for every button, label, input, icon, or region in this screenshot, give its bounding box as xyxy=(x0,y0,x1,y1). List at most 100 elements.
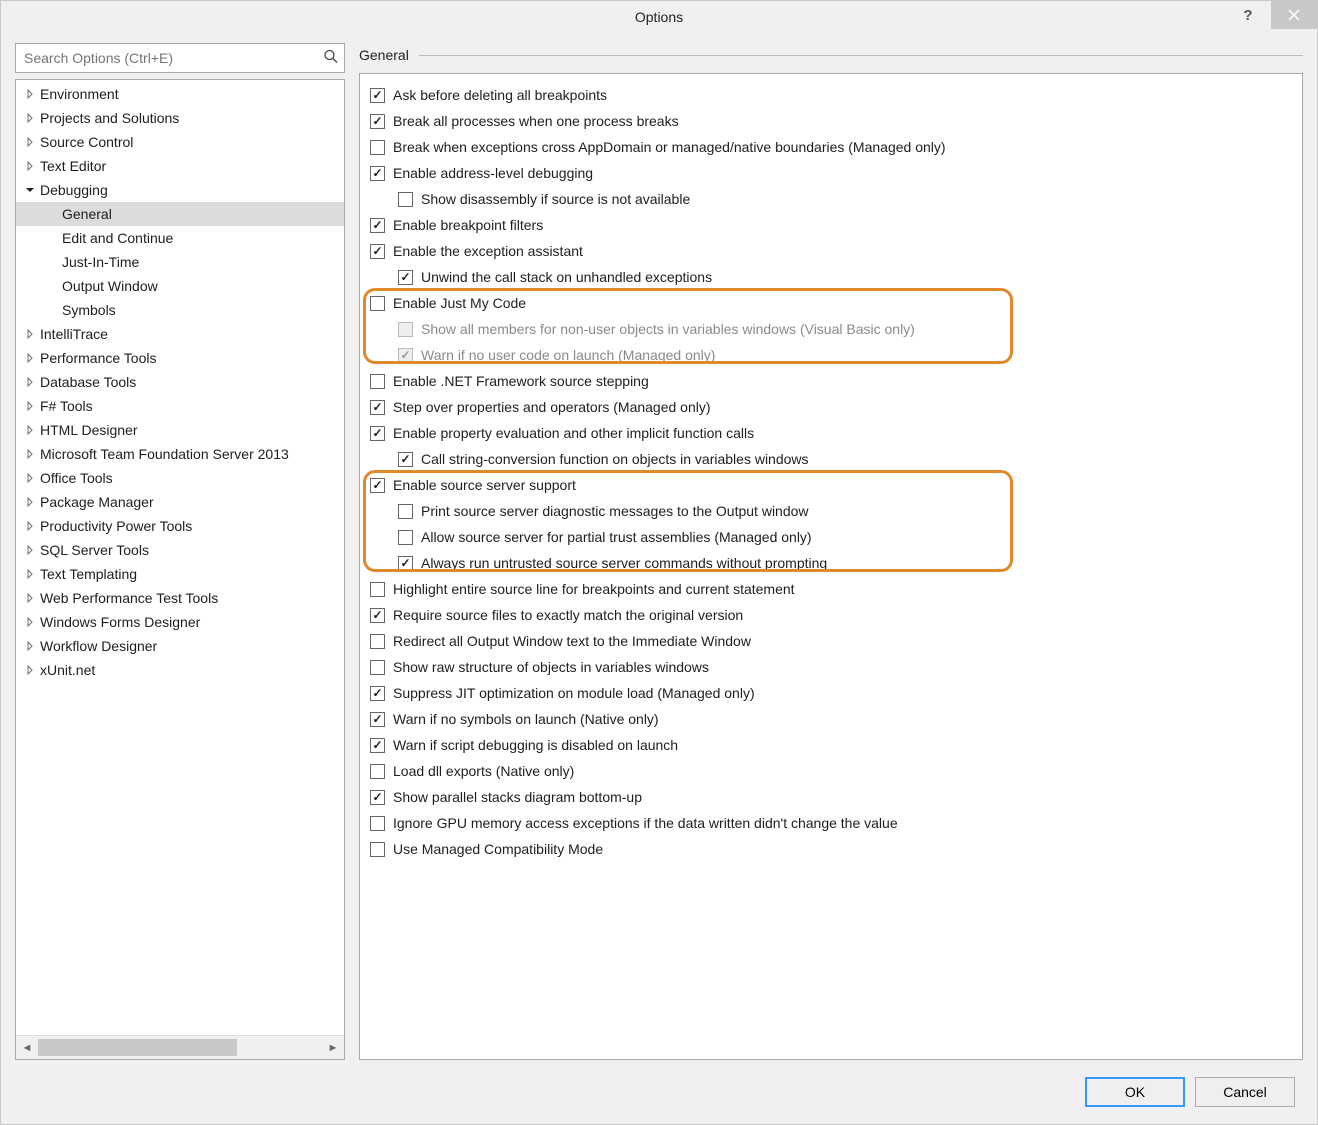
tree-item[interactable]: Productivity Power Tools xyxy=(16,514,344,538)
tree-item[interactable]: Performance Tools xyxy=(16,346,344,370)
checkbox[interactable] xyxy=(370,426,385,441)
checkbox[interactable] xyxy=(370,400,385,415)
checkbox[interactable] xyxy=(370,244,385,259)
option-row: Break when exceptions cross AppDomain or… xyxy=(370,134,1292,160)
checkbox[interactable] xyxy=(398,192,413,207)
checkbox[interactable] xyxy=(370,660,385,675)
horizontal-scrollbar[interactable]: ◄ ► xyxy=(16,1035,344,1059)
option-label: Unwind the call stack on unhandled excep… xyxy=(421,269,712,285)
chevron-right-icon[interactable] xyxy=(22,617,38,627)
checkbox[interactable] xyxy=(370,790,385,805)
chevron-right-icon[interactable] xyxy=(22,161,38,171)
tree-item[interactable]: Database Tools xyxy=(16,370,344,394)
search-input[interactable] xyxy=(15,43,345,73)
tree-item[interactable]: Debugging xyxy=(16,178,344,202)
tree-item[interactable]: Output Window xyxy=(16,274,344,298)
checkbox[interactable] xyxy=(370,374,385,389)
chevron-right-icon[interactable] xyxy=(22,89,38,99)
tree-item[interactable]: Workflow Designer xyxy=(16,634,344,658)
options-dialog: Options ? EnvironmentProjects and Soluti… xyxy=(0,0,1318,1125)
chevron-right-icon[interactable] xyxy=(22,545,38,555)
chevron-right-icon[interactable] xyxy=(22,593,38,603)
tree-item-label: Text Templating xyxy=(38,566,137,582)
close-button[interactable] xyxy=(1271,1,1317,29)
tree-item[interactable]: Symbols xyxy=(16,298,344,322)
checkbox[interactable] xyxy=(398,270,413,285)
checkbox[interactable] xyxy=(370,114,385,129)
chevron-right-icon[interactable] xyxy=(22,401,38,411)
search-icon xyxy=(323,49,339,68)
scroll-right-icon[interactable]: ► xyxy=(322,1036,344,1059)
tree-item[interactable]: Office Tools xyxy=(16,466,344,490)
checkbox[interactable] xyxy=(370,608,385,623)
tree-item[interactable]: Text Templating xyxy=(16,562,344,586)
chevron-right-icon[interactable] xyxy=(22,137,38,147)
tree-item-label: General xyxy=(60,206,112,222)
titlebar-buttons: ? xyxy=(1225,1,1317,29)
chevron-down-icon[interactable] xyxy=(22,185,38,195)
checkbox[interactable] xyxy=(398,530,413,545)
tree-item[interactable]: Edit and Continue xyxy=(16,226,344,250)
chevron-right-icon[interactable] xyxy=(22,521,38,531)
tree-item-label: Productivity Power Tools xyxy=(38,518,192,534)
tree-item[interactable]: Web Performance Test Tools xyxy=(16,586,344,610)
chevron-right-icon[interactable] xyxy=(22,425,38,435)
cancel-button[interactable]: Cancel xyxy=(1195,1077,1295,1107)
tree-item[interactable]: Windows Forms Designer xyxy=(16,610,344,634)
checkbox[interactable] xyxy=(370,764,385,779)
scroll-thumb[interactable] xyxy=(38,1039,237,1056)
tree-item[interactable]: General xyxy=(16,202,344,226)
tree-item[interactable]: Microsoft Team Foundation Server 2013 xyxy=(16,442,344,466)
checkbox[interactable] xyxy=(370,816,385,831)
tree-item[interactable]: Text Editor xyxy=(16,154,344,178)
tree-item-label: Web Performance Test Tools xyxy=(38,590,218,606)
checkbox[interactable] xyxy=(370,738,385,753)
checkbox[interactable] xyxy=(370,296,385,311)
checkbox[interactable] xyxy=(370,582,385,597)
tree-body[interactable]: EnvironmentProjects and Solutions Source … xyxy=(16,80,344,1035)
scroll-track[interactable] xyxy=(38,1036,322,1059)
chevron-right-icon[interactable] xyxy=(22,353,38,363)
chevron-right-icon[interactable] xyxy=(22,665,38,675)
option-row: Ignore GPU memory access exceptions if t… xyxy=(370,810,1292,836)
tree-item[interactable]: Projects and Solutions xyxy=(16,106,344,130)
tree-item[interactable]: F# Tools xyxy=(16,394,344,418)
checkbox[interactable] xyxy=(370,88,385,103)
checkbox[interactable] xyxy=(370,140,385,155)
tree-item[interactable]: xUnit.net xyxy=(16,658,344,682)
option-label: Ask before deleting all breakpoints xyxy=(393,87,607,103)
tree-item[interactable]: IntelliTrace xyxy=(16,322,344,346)
category-tree: EnvironmentProjects and Solutions Source … xyxy=(15,79,345,1060)
checkbox[interactable] xyxy=(398,556,413,571)
checkbox[interactable] xyxy=(370,634,385,649)
chevron-right-icon[interactable] xyxy=(22,569,38,579)
checkbox[interactable] xyxy=(370,842,385,857)
tree-item[interactable]: Just-In-Time xyxy=(16,250,344,274)
help-button[interactable]: ? xyxy=(1225,1,1271,29)
scroll-left-icon[interactable]: ◄ xyxy=(16,1036,38,1059)
chevron-right-icon[interactable] xyxy=(22,329,38,339)
checkbox[interactable] xyxy=(398,504,413,519)
checkbox[interactable] xyxy=(370,166,385,181)
tree-item[interactable]: SQL Server Tools xyxy=(16,538,344,562)
checkbox[interactable] xyxy=(370,218,385,233)
chevron-right-icon[interactable] xyxy=(22,473,38,483)
checkbox[interactable] xyxy=(370,686,385,701)
tree-item[interactable]: Source Control xyxy=(16,130,344,154)
chevron-right-icon[interactable] xyxy=(22,497,38,507)
tree-item-label: Source Control xyxy=(38,134,133,150)
tree-item[interactable]: Environment xyxy=(16,82,344,106)
checkbox[interactable] xyxy=(370,712,385,727)
checkbox[interactable] xyxy=(370,478,385,493)
chevron-right-icon[interactable] xyxy=(22,113,38,123)
tree-item[interactable]: HTML Designer xyxy=(16,418,344,442)
checkbox[interactable] xyxy=(398,452,413,467)
option-row: Highlight entire source line for breakpo… xyxy=(370,576,1292,602)
option-label: Warn if script debugging is disabled on … xyxy=(393,737,678,753)
chevron-right-icon[interactable] xyxy=(22,641,38,651)
ok-button[interactable]: OK xyxy=(1085,1077,1185,1107)
tree-item[interactable]: Package Manager xyxy=(16,490,344,514)
option-label: Enable .NET Framework source stepping xyxy=(393,373,649,389)
chevron-right-icon[interactable] xyxy=(22,449,38,459)
chevron-right-icon[interactable] xyxy=(22,377,38,387)
